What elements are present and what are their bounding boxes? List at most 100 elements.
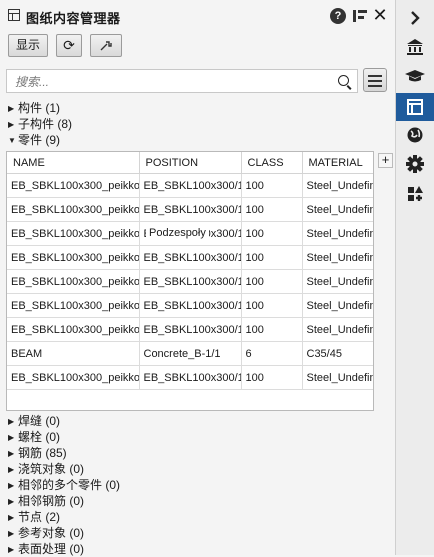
table-row[interactable]: EB_SBKL100x300_peikkoEB_SBKL100x300/1100…: [7, 197, 373, 222]
pick-icon: [100, 41, 112, 51]
table-cell: 100: [241, 197, 303, 222]
add-column-button[interactable]: +: [378, 153, 393, 168]
tree-item-label: 浇筑对象 (0): [18, 462, 85, 476]
table-cell: 6: [241, 341, 303, 366]
column-header[interactable]: NAME: [7, 152, 140, 174]
table-cell: Steel_Undefined: [302, 197, 373, 222]
table-cell: EB_SBKL100x300_peikko: [7, 365, 140, 390]
tree-item-label: 节点 (2): [18, 510, 61, 524]
table-cell: 100: [241, 293, 303, 318]
table-cell: EB_SBKL100x300_peikko: [7, 221, 140, 246]
refresh-button[interactable]: ⟳: [56, 34, 82, 57]
tree-item[interactable]: ▼ 零件 (9): [8, 133, 60, 148]
tree-item-label: 焊缝 (0): [18, 414, 61, 428]
expand-arrow-icon[interactable]: ▶: [8, 462, 18, 477]
table-row[interactable]: EB_SBKL100x300_peikkoEB_SBKL100x300/1100…: [7, 365, 373, 390]
table-cell: Steel_Undefined: [302, 293, 373, 318]
tree-item[interactable]: ▶ 参考对象 (0): [8, 526, 84, 541]
search-icon[interactable]: [338, 75, 349, 86]
table-body: EB_SBKL100x300_peikko EB_SBKL100x300/1 100…: [7, 173, 373, 390]
shapes-icon[interactable]: [401, 180, 429, 208]
table-cell: 100: [241, 221, 303, 246]
tree-item[interactable]: ▶ 浇筑对象 (0): [8, 462, 84, 477]
tree-item-label: 构件 (1): [18, 101, 61, 115]
table-cell: 100: [241, 317, 303, 342]
expand-arrow-icon[interactable]: ▶: [8, 478, 18, 493]
graduation-cap-icon[interactable]: [401, 62, 429, 90]
tree-item-label: 表面处理 (0): [18, 542, 85, 556]
expand-arrow-icon[interactable]: ▶: [8, 430, 18, 445]
dock-layout-icon[interactable]: [352, 8, 368, 24]
expand-arrow-icon[interactable]: ▶: [8, 526, 18, 541]
table-cell: Concrete_B-1/1: [139, 341, 242, 366]
show-button[interactable]: 显示: [8, 34, 48, 57]
table-cell: 100: [241, 245, 303, 270]
table-cell: EB_SBKL100x300/1: [139, 197, 242, 222]
column-header[interactable]: POSITION: [139, 152, 242, 174]
menu-button[interactable]: [363, 68, 387, 92]
table-row[interactable]: BEAM Concrete_B-1/1 6 C35/45: [7, 341, 373, 366]
collapse-arrow-icon[interactable]: ▼: [8, 133, 18, 148]
expand-arrow-icon[interactable]: ▶: [8, 446, 18, 461]
parts-table: NAME POSITION CLASS MATERIAL EB_SBKL100x300…: [6, 151, 374, 411]
close-icon[interactable]: ✕: [372, 6, 388, 24]
table-cell: Steel_Undefined: [302, 317, 373, 342]
panel-header: 图纸内容管理器 ? ✕: [0, 0, 395, 32]
table-cell: Steel_Undefined: [302, 173, 373, 198]
table-cell: Steel_Undefined: [302, 221, 373, 246]
panel-title: 图纸内容管理器: [26, 11, 121, 26]
tree-item-label: 钢筋 (85): [18, 446, 67, 460]
table-cell: EB_SBKL100x300_peikko: [7, 269, 140, 294]
table-cell: EB_SBKL100x300/1: [139, 293, 242, 318]
table-cell: BEAM: [7, 341, 140, 366]
tree-item-label: 螺栓 (0): [18, 430, 61, 444]
table-row[interactable]: EB_SBKL100x300_peikkoEB_SBKL100x300/1100…: [7, 173, 373, 198]
search-input[interactable]: [13, 71, 327, 93]
tree-item[interactable]: ▶ 子构件 (8): [8, 117, 72, 132]
globe-icon[interactable]: [401, 121, 429, 149]
table-cell: EB_SBKL100x300_peikko: [7, 317, 140, 342]
refresh-icon: ⟳: [63, 37, 75, 53]
table-cell: EB_SBKL100x300/1: [139, 365, 242, 390]
table-row[interactable]: EB_SBKL100x300_peikkoEB_SBKL100x300/1100…: [7, 293, 373, 318]
table-row[interactable]: EB_SBKL100x300_peikkoEB_SBKL100x300/1100…: [7, 245, 373, 270]
chevron-right-icon[interactable]: [401, 4, 429, 32]
table-cell: 100: [241, 365, 303, 390]
tree-item-label: 零件 (9): [18, 133, 61, 147]
tree-item[interactable]: ▶ 构件 (1): [8, 101, 60, 116]
column-header[interactable]: MATERIAL: [302, 152, 373, 174]
expand-arrow-icon[interactable]: ▶: [8, 510, 18, 525]
table-cell: C35/45: [302, 341, 373, 366]
table-row[interactable]: EB_SBKL100x300_peikkoEB_SBKL100x300/1100…: [7, 317, 373, 342]
tree-item[interactable]: ▶ 节点 (2): [8, 510, 60, 525]
table-row[interactable]: EB_SBKL100x300_peikkoEB_SBKL100x300/1100…: [7, 269, 373, 294]
help-icon[interactable]: ?: [330, 8, 346, 24]
expand-arrow-icon[interactable]: ▶: [8, 494, 18, 509]
tree-item[interactable]: ▶ 相邻钢筋 (0): [8, 494, 84, 509]
expand-arrow-icon[interactable]: ▶: [8, 101, 18, 116]
table-cell: 100: [241, 269, 303, 294]
table-cell: EB_SBKL100x300/1: [139, 317, 242, 342]
expand-arrow-icon[interactable]: ▶: [8, 117, 18, 132]
gear-icon[interactable]: [401, 150, 429, 178]
tooltip: Podzespoły: [146, 225, 209, 242]
table-cell: EB_SBKL100x300_peikko: [7, 173, 140, 198]
tree-item[interactable]: ▶ 相邻的多个零件 (0): [8, 478, 120, 493]
tree-item[interactable]: ▶ 焊缝 (0): [8, 414, 60, 429]
table-header-row: NAME POSITION CLASS MATERIAL: [7, 152, 373, 174]
table-cell: Steel_Undefined: [302, 269, 373, 294]
column-header[interactable]: CLASS: [241, 152, 303, 174]
bank-icon[interactable]: [401, 33, 429, 61]
pick-objects-button[interactable]: [90, 34, 122, 57]
tree-item[interactable]: ▶ 钢筋 (85): [8, 446, 67, 461]
table-cell: EB_SBKL100x300_peikko: [7, 197, 140, 222]
tree-item[interactable]: ▶ 螺栓 (0): [8, 430, 60, 445]
layout-panel-icon[interactable]: [396, 93, 434, 121]
expand-arrow-icon[interactable]: ▶: [8, 414, 18, 429]
table-cell: 100: [241, 173, 303, 198]
panel-layout-icon: [8, 9, 20, 21]
search-box: [6, 69, 358, 93]
tree-item-label: 相邻的多个零件 (0): [18, 478, 121, 492]
table-cell: EB_SBKL100x300/1: [139, 269, 242, 294]
tree-item-label: 参考对象 (0): [18, 526, 85, 540]
